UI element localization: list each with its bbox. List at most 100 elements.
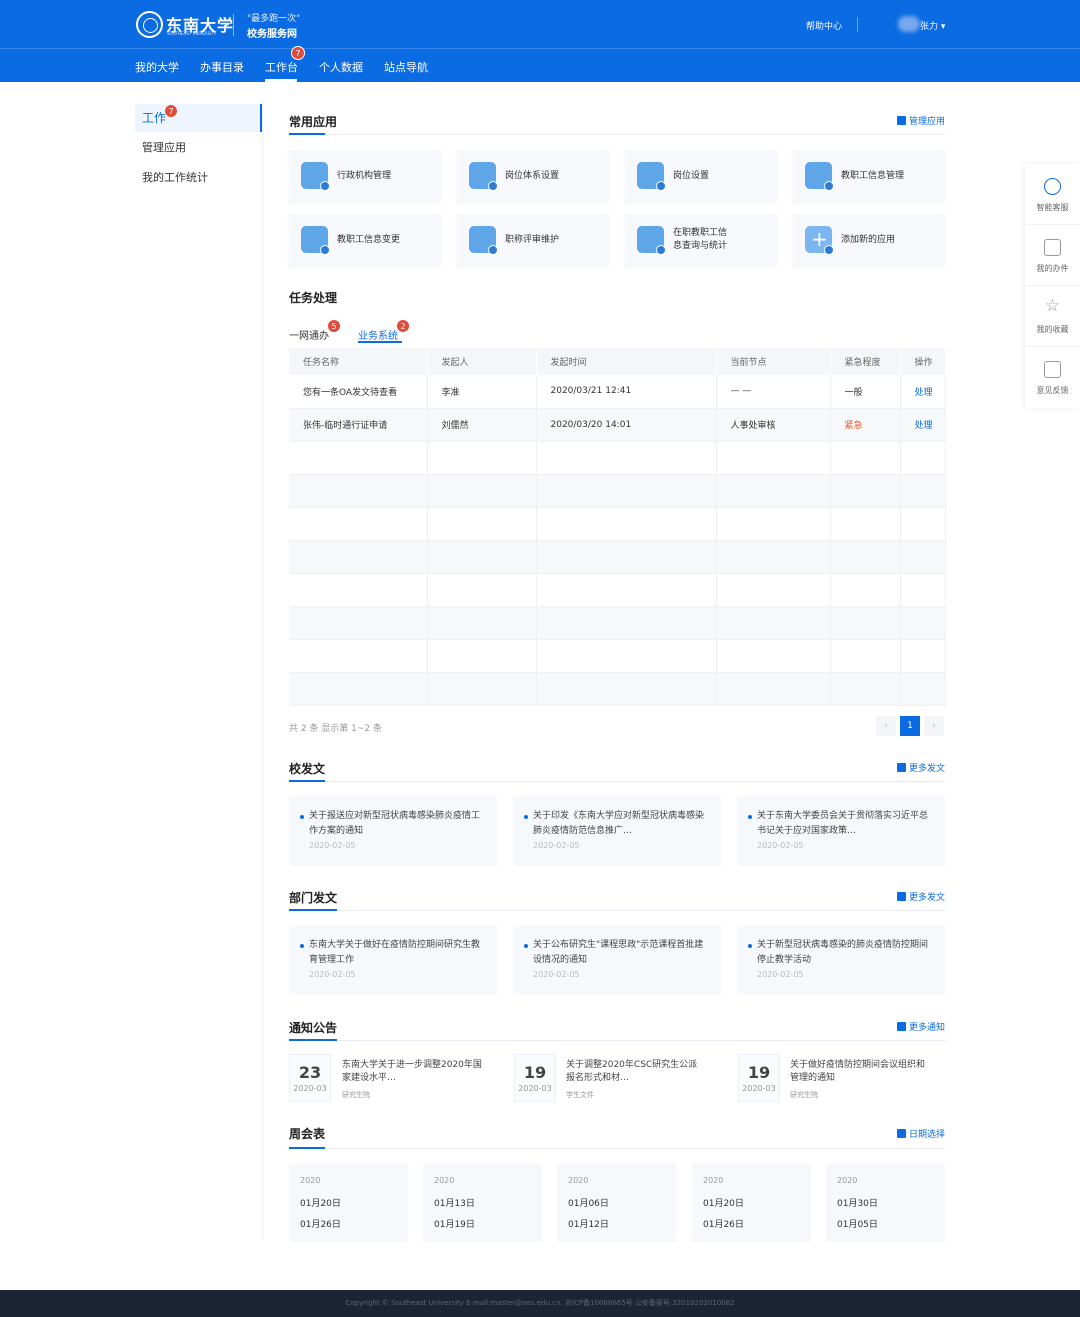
table-row-empty (289, 441, 946, 475)
week-end: 01月26日 (300, 1220, 341, 1230)
doc-title: 关于东南大学委员会关于贯彻落实习近平总书记关于应对国家政策… (757, 811, 929, 836)
notice-title: 关于做好疫情防控期间会议组织和管理的通知 (790, 1060, 926, 1083)
app-label: 行政机构管理 (337, 171, 392, 181)
week-card[interactable]: 2020 01月06日 01月12日 (557, 1164, 676, 1242)
next-page-button[interactable]: › (924, 716, 944, 736)
table-row-empty (289, 474, 946, 508)
doc-card[interactable]: 关于印发《东南大学应对新型冠状病毒感染肺炎疫情防范信息推广… 2020-02-05 (513, 796, 721, 866)
doc-date: 2020-02-05 (533, 970, 580, 979)
doc-card[interactable]: 关于公布研究生"课程思政"示范课程首批建设情况的通知 2020-02-05 (513, 925, 721, 995)
add-app-button[interactable]: + 添加新的应用 (793, 214, 945, 266)
doc-title: 关于印发《东南大学应对新型冠状病毒感染肺炎疫情防范信息推广… (533, 811, 705, 836)
week-card[interactable]: 2020 01月20日 01月26日 (289, 1164, 408, 1242)
cell-initiator: 刘儒然 (427, 408, 537, 442)
table-row[interactable]: 您有一条OA发文待查看 李准 2020/03/21 12:41 — — 一般 处… (289, 375, 946, 409)
doc-card[interactable]: 关于新型冠状病毒感染的肺炎疫情防控期间停止教学活动 2020-02-05 (737, 925, 945, 995)
process-link[interactable]: 处理 (900, 408, 946, 442)
col-header: 当前节点 (716, 348, 831, 375)
week-card[interactable]: 2020 01月13日 01月19日 (423, 1164, 542, 1242)
doc-date: 2020-02-05 (757, 970, 804, 979)
more-school-docs-link[interactable]: 更多发文 (880, 761, 945, 774)
page-button[interactable]: 1 (900, 716, 920, 736)
week-start: 01月06日 (568, 1199, 609, 1209)
week-end: 01月05日 (837, 1220, 878, 1230)
sidebar-item-label: 工作 (142, 111, 167, 125)
float-label: 我的收藏 (1036, 325, 1069, 334)
more-notices-link[interactable]: 更多通知 (880, 1020, 945, 1033)
notice-day: 19 (747, 1063, 771, 1082)
table-row-empty (289, 540, 946, 574)
nav-site-navigation[interactable]: 站点导航 (384, 59, 428, 75)
section-title-notices: 通知公告 (289, 1021, 338, 1035)
sidebar-item-work-stats[interactable]: 我的工作统计 (135, 164, 262, 192)
nav-my-university[interactable]: 我的大学 (135, 59, 179, 75)
user-menu[interactable]: 张力 ▾ (920, 19, 945, 32)
top-header: 东南大学 SOUTHEAST UNIVERSITY "最多跑一次" 校务服务网 … (0, 0, 1080, 82)
document-icon (1044, 239, 1061, 256)
process-link[interactable]: 处理 (900, 375, 946, 409)
date-select-button[interactable]: 日期选择 (880, 1127, 945, 1140)
col-header: 任务名称 (289, 348, 428, 375)
section-title-weekly: 周会表 (289, 1127, 326, 1141)
app-card[interactable]: 岗位体系设置 (457, 150, 609, 202)
float-label: 智能客服 (1036, 203, 1069, 212)
bookmark-icon (896, 1022, 906, 1031)
header-divider-line (0, 48, 1080, 49)
app-card[interactable]: 在职教职工信 息查询与统计 (625, 214, 777, 266)
section-title-apps: 常用应用 (289, 115, 338, 129)
logo-en: SOUTHEAST UNIVERSITY (167, 31, 217, 36)
manage-apps-link[interactable]: 管理应用 (880, 114, 945, 127)
app-card[interactable]: 行政机构管理 (289, 150, 441, 202)
tab-one-network[interactable]: 一网通办 (289, 327, 329, 342)
app-card[interactable]: 岗位设置 (625, 150, 777, 202)
week-year: 2020 (300, 1176, 321, 1185)
week-start: 01月30日 (837, 1199, 878, 1209)
sidebar-item-work[interactable]: 工作 (135, 104, 262, 132)
tab-business-system[interactable]: 业务系统 (358, 327, 398, 342)
prev-page-button[interactable]: ‹ (876, 716, 896, 736)
site-name: 校务服务网 (247, 29, 297, 40)
clock-user-icon (637, 162, 666, 191)
week-card[interactable]: 2020 01月30日 01月05日 (826, 1164, 945, 1242)
notice-source: 研究生院 (342, 1091, 370, 1099)
app-card[interactable]: 教职工信息变更 (289, 214, 441, 266)
date-select-label: 日期选择 (908, 1130, 945, 1140)
section-underline (289, 780, 325, 782)
section-title-tasks: 任务处理 (289, 291, 338, 305)
doc-title: 关于公布研究生"课程思政"示范课程首批建设情况的通知 (533, 940, 704, 965)
sidebar-divider (262, 100, 263, 1240)
float-my-cases[interactable]: 我的办件 (1025, 225, 1080, 286)
doc-card[interactable]: 关于报送应对新型冠状病毒感染肺炎疫情工作方案的通知 2020-02-05 (289, 796, 497, 866)
header-divider (857, 17, 858, 32)
doc-card[interactable]: 关于东南大学委员会关于贯彻落实习近平总书记关于应对国家政策… 2020-02-05 (737, 796, 945, 866)
float-my-favorites[interactable]: ☆ 我的收藏 (1025, 286, 1080, 347)
table-row[interactable]: 张伟-临时通行证申请 刘儒然 2020/03/20 14:01 人事处审核 紧急… (289, 408, 946, 442)
nav-service-catalog[interactable]: 办事目录 (200, 59, 244, 75)
notice-month: 2020-03 (293, 1084, 327, 1093)
nav-workbench[interactable]: 工作台 (265, 59, 298, 75)
more-dept-docs-link[interactable]: 更多发文 (880, 890, 945, 903)
calendar-icon (896, 1129, 906, 1138)
float-smart-service[interactable]: 智能客服 (1025, 164, 1080, 225)
cell-time: 2020/03/20 14:01 (536, 408, 717, 442)
week-card[interactable]: 2020 01月20日 01月26日 (692, 1164, 811, 1242)
section-divider (289, 1148, 945, 1149)
float-feedback[interactable]: 意见反馈 (1025, 347, 1080, 408)
float-label: 意见反馈 (1036, 386, 1069, 395)
app-card[interactable]: 职称评审维护 (457, 214, 609, 266)
week-year: 2020 (703, 1176, 724, 1185)
table-row-empty (289, 507, 946, 541)
table-row-empty (289, 606, 946, 640)
university-seal-icon (136, 11, 163, 38)
sidebar-item-manage-apps[interactable]: 管理应用 (135, 134, 262, 162)
help-center-link[interactable]: 帮助中心 (806, 19, 842, 32)
section-title-school-docs: 校发文 (289, 762, 326, 776)
app-card[interactable]: 教职工信息管理 (793, 150, 945, 202)
table-header-row: 任务名称 发起人 发起时间 当前节点 紧急程度 操作 (289, 348, 946, 375)
doc-card[interactable]: 东南大学关于做好在疫情防控期间研究生教育管理工作 2020-02-05 (289, 925, 497, 995)
slogan: "最多跑一次" (247, 14, 301, 24)
sidebar-item-label: 我的工作统计 (142, 171, 208, 184)
nav-personal-data[interactable]: 个人数据 (319, 59, 363, 75)
week-start: 01月20日 (300, 1199, 341, 1209)
avatar[interactable] (898, 16, 920, 32)
